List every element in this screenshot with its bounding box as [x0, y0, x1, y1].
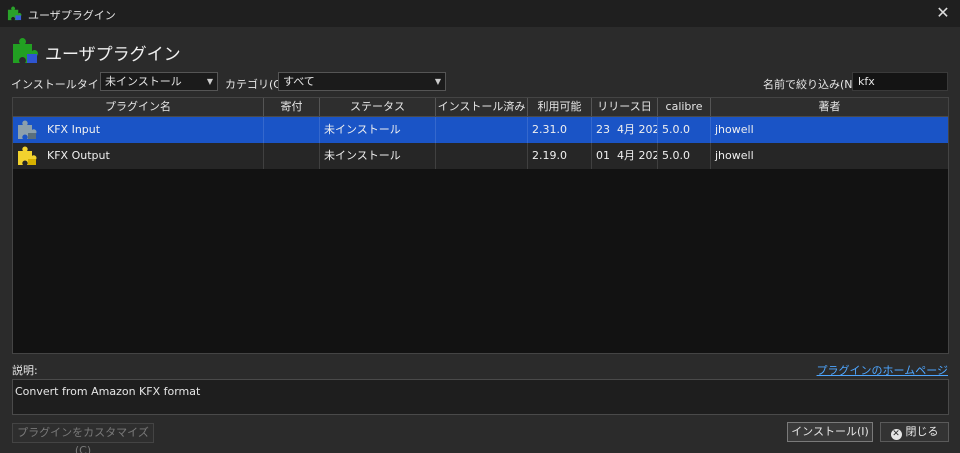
status-cell: 未インストール: [320, 117, 436, 143]
description-text: Convert from Amazon KFX format: [12, 379, 949, 415]
chevron-down-icon: ▼: [434, 77, 441, 86]
title-bar: ユーザプラグイン ✕: [0, 0, 960, 27]
table-header: プラグイン名 寄付 ステータス インストール済み 利用可能 リリース日▼ cal…: [13, 98, 948, 130]
window-title: ユーザプラグイン: [28, 9, 116, 22]
close-circle-icon: ✕: [890, 429, 902, 440]
donate-cell: [264, 117, 320, 143]
plugin-name: KFX Output: [47, 149, 110, 162]
category-value: すべて: [283, 75, 315, 88]
column-header-status[interactable]: ステータス: [320, 98, 436, 116]
close-icon[interactable]: ✕: [934, 4, 952, 22]
donate-cell: [264, 143, 320, 169]
puzzle-icon: [18, 120, 37, 139]
install-type-value: 未インストール: [105, 75, 182, 88]
column-header-name[interactable]: プラグイン名: [13, 98, 264, 116]
column-header-donate[interactable]: 寄付: [264, 98, 320, 116]
description-label: 説明:: [12, 364, 38, 377]
release-date-cell: 23 4月 2026: [592, 117, 658, 143]
column-header-available[interactable]: 利用可能: [528, 98, 592, 116]
release-date-cell: 01 4月 2026: [592, 143, 658, 169]
plugin-name-cell: KFX Input: [13, 117, 264, 143]
filter-input[interactable]: kfx: [852, 72, 948, 91]
close-button-label: 閉じる: [905, 425, 939, 438]
column-header-calibre[interactable]: calibre: [658, 98, 711, 116]
table-row[interactable]: KFX Output 未インストール 2.19.0 01 4月 2026 5.0…: [13, 143, 948, 169]
available-cell: 2.19.0: [528, 143, 592, 169]
author-cell: jhowell: [715, 149, 754, 162]
table-row[interactable]: KFX Input 未インストール 2.31.0 23 4月 2026 5.0.…: [13, 117, 948, 143]
plugin-name: KFX Input: [47, 123, 101, 136]
installed-cell: [436, 117, 528, 143]
filter-label: 名前で絞り込み(N):: [763, 78, 861, 91]
chevron-down-icon: ▼: [206, 77, 213, 86]
puzzle-icon: [18, 146, 37, 165]
calibre-cell: 5.0.0: [658, 117, 711, 143]
plugin-table: プラグイン名 寄付 ステータス インストール済み 利用可能 リリース日▼ cal…: [12, 97, 949, 354]
customize-plugin-button[interactable]: プラグインをカスタマイズ(C): [12, 423, 154, 453]
install-type-dropdown[interactable]: 未インストール ▼: [100, 72, 218, 91]
install-button[interactable]: インストール(I): [787, 422, 873, 442]
puzzle-icon: [7, 6, 22, 21]
category-dropdown[interactable]: すべて ▼: [278, 72, 446, 91]
plugin-homepage-link[interactable]: プラグインのホームページ: [817, 362, 948, 378]
author-cell: jhowell: [715, 123, 754, 136]
status-cell: 未インストール: [320, 143, 436, 169]
calibre-cell: 5.0.0: [658, 143, 711, 169]
column-header-release-date[interactable]: リリース日▼: [592, 98, 658, 130]
plugin-name-cell: KFX Output: [13, 143, 264, 169]
close-button[interactable]: ✕ 閉じる: [880, 422, 949, 442]
available-cell: 2.31.0: [528, 117, 592, 143]
puzzle-icon: [13, 38, 38, 63]
page-title: ユーザプラグイン: [45, 45, 181, 65]
installed-cell: [436, 143, 528, 169]
column-header-author[interactable]: 著者: [711, 98, 948, 116]
release-date-header-label: リリース日: [597, 100, 652, 113]
column-header-installed[interactable]: インストール済み: [436, 98, 528, 116]
